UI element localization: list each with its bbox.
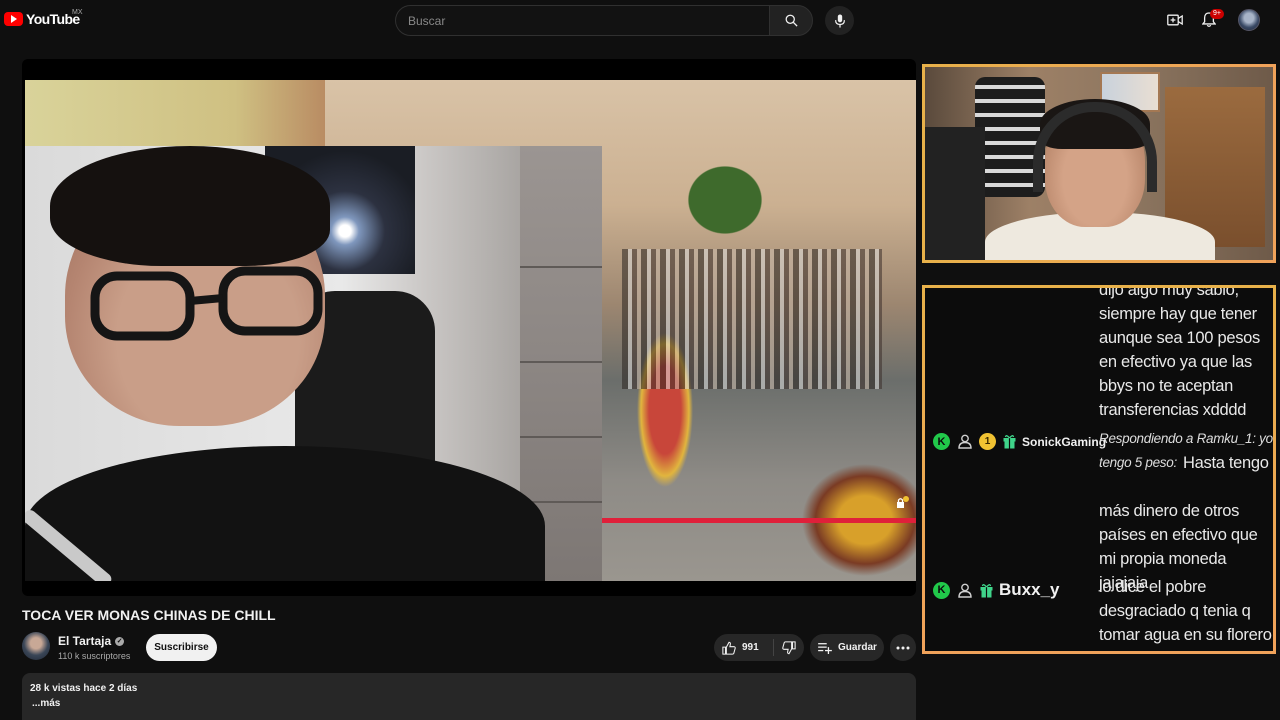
- video-title: TOCA VER MONAS CHINAS DE CHILL: [22, 607, 276, 623]
- youtube-logo-icon: [4, 12, 23, 26]
- streamer-webcam-overlay: [922, 64, 1276, 263]
- user-icon: [956, 582, 973, 599]
- person-body: [25, 446, 545, 581]
- view-stats: 28 k vistas hace 2 días: [30, 683, 138, 694]
- subscribe-button[interactable]: Suscribirse: [146, 634, 217, 661]
- create-video-icon: [1167, 14, 1183, 26]
- create-button[interactable]: [1165, 10, 1185, 30]
- dislike-button[interactable]: [774, 640, 804, 655]
- search-input[interactable]: [395, 5, 770, 36]
- glasses-icon: [90, 266, 323, 341]
- webcam-inset: [25, 146, 602, 581]
- more-actions-button[interactable]: [890, 634, 916, 661]
- thumbs-up-icon: [722, 641, 736, 655]
- chat-text-line: en efectivo ya que las: [1099, 353, 1253, 371]
- chat-message-2: Respondiendo a Ramku_1: yo tengo 5 peso:…: [1099, 427, 1273, 595]
- embedded-progress-bar: [602, 518, 916, 523]
- subscriber-count: 110 k suscriptores: [58, 651, 131, 661]
- chat-text-line: desgraciado q tenia q: [1099, 602, 1251, 620]
- playlist-add-icon: [818, 642, 832, 654]
- voice-search-button[interactable]: [825, 6, 854, 35]
- channel-name-link[interactable]: El Tartaja ✓: [58, 634, 125, 648]
- lock-icon: [897, 496, 909, 508]
- chat-text-line: mi propia moneda: [1099, 550, 1227, 568]
- chat-text-line: transferencias xdddd: [1099, 401, 1247, 419]
- k-badge-icon: K: [933, 433, 950, 450]
- search-icon: [785, 14, 798, 27]
- search-button[interactable]: [769, 5, 813, 36]
- notification-badge: 9+: [1210, 9, 1224, 19]
- chat-username[interactable]: SonickGaming: [1022, 435, 1106, 449]
- save-label: Guardar: [838, 642, 877, 653]
- chat-message-3-meta: K Buxx_y: [933, 580, 1059, 600]
- like-button[interactable]: 991: [714, 639, 774, 656]
- chat-overlay: dijo algo muy sabio, siempre hay que ten…: [922, 285, 1276, 654]
- chat-text-line: aunque sea 100 pesos: [1099, 329, 1260, 347]
- chat-text-line: más dinero de otros: [1099, 502, 1240, 520]
- mic-icon: [834, 13, 845, 28]
- user-icon: [956, 433, 973, 450]
- like-count: 991: [742, 642, 759, 653]
- thumbs-down-icon: [782, 640, 796, 654]
- chat-text-line: países en efectivo que: [1099, 526, 1258, 544]
- video-crowd: [622, 249, 882, 389]
- video-sky: [25, 80, 325, 146]
- search-bar: [395, 5, 813, 36]
- show-more-link[interactable]: ...más: [32, 698, 60, 709]
- verified-icon: ✓: [115, 636, 125, 646]
- sub-badge-icon: 1: [979, 433, 996, 450]
- chat-message-3: lo dice el pobre desgraciado q tenia q t…: [1099, 575, 1273, 647]
- video-player[interactable]: [22, 59, 916, 596]
- top-bar: YouTube MX 9+: [0, 0, 1280, 40]
- chat-message-1: dijo algo muy sabio, siempre hay que ten…: [1099, 285, 1273, 422]
- chat-text-line: dijo algo muy sabio,: [1099, 285, 1239, 299]
- chat-text-line: tomar agua en su florero: [1099, 626, 1272, 644]
- chat-message-2-meta: K 1 SonickGaming: [933, 433, 1106, 450]
- logo-region: MX: [72, 9, 83, 16]
- gift-icon: [1002, 434, 1016, 450]
- description-box[interactable]: 28 k vistas hace 2 días ...más: [22, 673, 916, 720]
- chat-username[interactable]: Buxx_y: [999, 580, 1059, 600]
- more-horizontal-icon: [896, 646, 910, 649]
- gaming-chair: [925, 127, 985, 260]
- person-hair: [50, 146, 330, 266]
- chat-text-line: lo dice el pobre: [1099, 578, 1207, 596]
- account-avatar[interactable]: [1238, 9, 1260, 31]
- chat-text-line: siempre hay que tener: [1099, 305, 1257, 323]
- channel-avatar[interactable]: [22, 632, 50, 660]
- gift-icon: [979, 582, 993, 598]
- channel-name: El Tartaja: [58, 634, 112, 648]
- youtube-logo[interactable]: YouTube MX: [4, 9, 83, 27]
- k-badge-icon: K: [933, 581, 950, 599]
- save-button[interactable]: Guardar: [810, 634, 884, 661]
- chat-text-line: bbys no te aceptan: [1099, 377, 1234, 395]
- chat-text-line: Hasta tengo: [1183, 454, 1269, 472]
- like-dislike-group: 991: [714, 634, 804, 661]
